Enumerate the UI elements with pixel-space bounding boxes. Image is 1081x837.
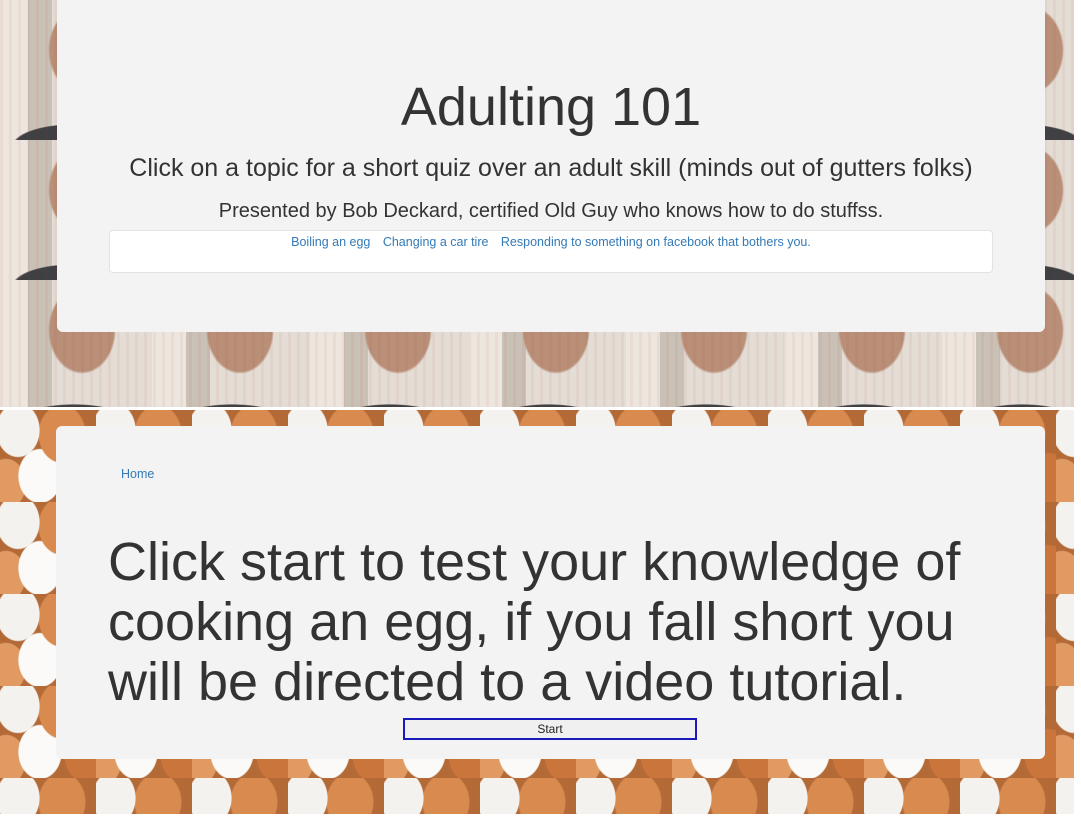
page-subtitle: Click on a topic for a short quiz over a… [129, 154, 973, 182]
topic-link-facebook[interactable]: Responding to something on facebook that… [501, 235, 811, 250]
quiz-jumbotron: Home Click start to test your knowledge … [56, 426, 1045, 759]
topic-link-boiling-egg[interactable]: Boiling an egg [291, 235, 370, 250]
topic-nav: Boiling an egg Changing a car tire Respo… [109, 230, 993, 273]
quiz-prompt: Click start to test your knowledge of co… [108, 532, 961, 712]
page-title: Adulting 101 [400, 77, 702, 137]
start-button[interactable]: Start [403, 718, 697, 740]
topic-link-car-tire[interactable]: Changing a car tire [383, 235, 489, 250]
home-link[interactable]: Home [121, 467, 154, 481]
presenter-line: Presented by Bob Deckard, certified Old … [218, 200, 884, 222]
header-jumbotron: Adulting 101 Click on a topic for a shor… [57, 0, 1045, 332]
